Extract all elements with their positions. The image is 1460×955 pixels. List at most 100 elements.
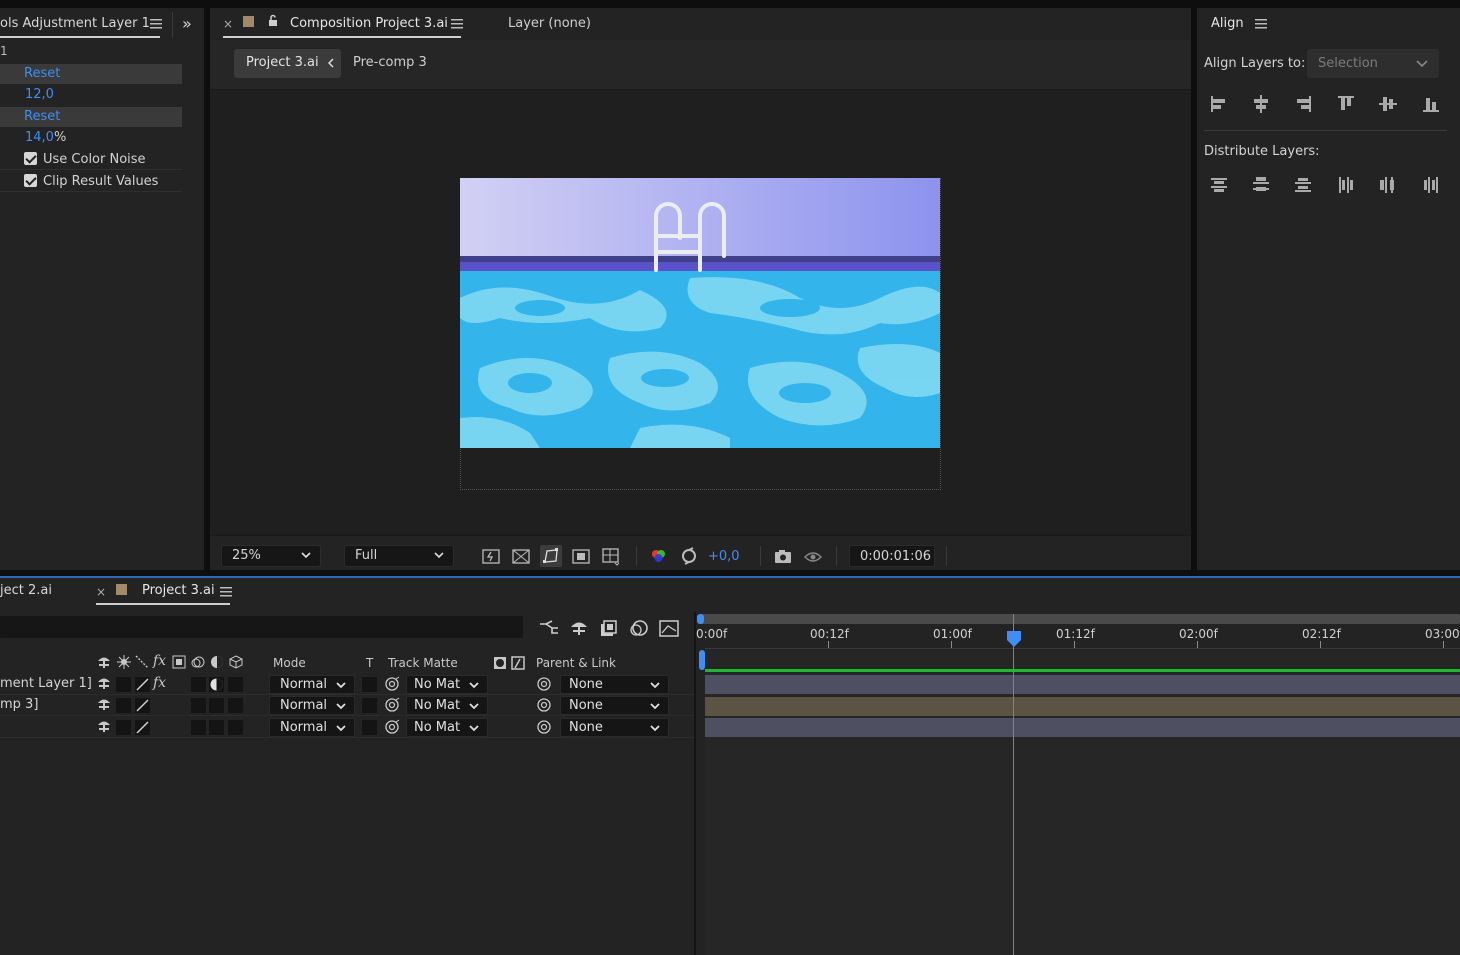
distribute-vertical-center-icon[interactable]: [1251, 175, 1271, 195]
parent-dropdown[interactable]: None: [560, 675, 669, 694]
current-time-indicator[interactable]: [1006, 630, 1022, 648]
checkbox-checked-icon[interactable]: [24, 152, 37, 165]
parent-pickwhip-icon[interactable]: [536, 676, 552, 692]
percent-number[interactable]: 14,0: [25, 130, 54, 145]
align-top-icon[interactable]: [1336, 94, 1356, 114]
checkbox-checked-icon[interactable]: [24, 174, 37, 187]
3d-layer-switch[interactable]: [228, 698, 243, 713]
parent-pickwhip-icon[interactable]: [536, 719, 552, 735]
adjustment-layer-switch-icon[interactable]: [209, 698, 224, 713]
clip-result-values-checkbox[interactable]: Clip Result Values: [0, 172, 182, 192]
effect-controls-tab[interactable]: ols Adjustment Layer 1: [0, 16, 150, 31]
preserve-transparency-switch[interactable]: [362, 677, 377, 692]
collapse-switch[interactable]: [116, 677, 131, 692]
exposure-value[interactable]: +0,0: [708, 549, 740, 564]
motion-blur-icon[interactable]: [628, 618, 650, 638]
work-area-start-handle[interactable]: [697, 614, 704, 624]
comp-viewer[interactable]: [210, 90, 1191, 535]
collapse-switch[interactable]: [116, 720, 131, 735]
use-color-noise-checkbox[interactable]: Use Color Noise: [0, 150, 182, 170]
breadcrumb-active[interactable]: Project 3.ai: [234, 49, 341, 78]
preserve-transparency-switch[interactable]: [362, 720, 377, 735]
show-snapshot-icon[interactable]: [802, 545, 824, 567]
distribute-horizontal-center-icon[interactable]: [1378, 175, 1398, 195]
work-area-bar[interactable]: [700, 614, 1460, 624]
blend-mode-dropdown[interactable]: Normal: [269, 696, 355, 715]
frame-blend-switch[interactable]: [191, 698, 206, 713]
adjustment-layer-switch-icon[interactable]: [209, 677, 224, 692]
reset-exposure-icon[interactable]: [678, 545, 700, 567]
composition-tab[interactable]: Composition Project 3.ai: [290, 16, 448, 31]
align-right-icon[interactable]: [1293, 94, 1313, 114]
panel-menu-icon[interactable]: [451, 19, 463, 29]
shy-toggle-icon[interactable]: [97, 697, 111, 711]
blend-mode-dropdown[interactable]: Normal: [269, 675, 355, 694]
track-matte-dropdown[interactable]: No Mat: [406, 696, 488, 715]
frame-blend-switch[interactable]: [191, 677, 206, 692]
parent-dropdown[interactable]: None: [560, 718, 669, 737]
channels-icon[interactable]: [648, 545, 670, 567]
current-time-display[interactable]: 0:00:01:06: [849, 545, 935, 567]
timeline-splitter[interactable]: [694, 612, 696, 955]
quality-switch-icon[interactable]: [135, 677, 150, 692]
shy-toggle-icon[interactable]: [97, 676, 111, 690]
align-bottom-icon[interactable]: [1421, 94, 1441, 114]
transparency-grid-icon[interactable]: [510, 545, 532, 567]
layer-bar-adjustment[interactable]: [705, 675, 1460, 694]
region-of-interest-icon[interactable]: [570, 545, 592, 567]
amount-value[interactable]: 12,0: [0, 85, 54, 105]
preserve-transparency-switch[interactable]: [362, 698, 377, 713]
fast-preview-icon[interactable]: [480, 545, 502, 567]
comp-flowchart-icon[interactable]: [538, 618, 560, 638]
expand-panels-icon[interactable]: »: [182, 14, 192, 33]
timeline-tab-project-3[interactable]: Project 3.ai: [142, 583, 215, 598]
close-tab-icon[interactable]: ×: [223, 17, 233, 31]
quality-switch-icon[interactable]: [135, 698, 150, 713]
layer-start-handle[interactable]: [699, 650, 705, 670]
track-matte-dropdown[interactable]: No Mat: [406, 718, 488, 737]
parent-dropdown[interactable]: None: [560, 696, 669, 715]
matte-pickwhip-icon[interactable]: [384, 676, 400, 692]
blend-mode-dropdown[interactable]: Normal: [269, 718, 355, 737]
distribute-top-icon[interactable]: [1209, 175, 1229, 195]
fx-switch-icon[interactable]: fx: [153, 675, 166, 691]
mask-visibility-icon[interactable]: [540, 545, 562, 567]
reset-link-2[interactable]: Reset: [0, 107, 182, 127]
matte-pickwhip-icon[interactable]: [384, 697, 400, 713]
3d-layer-switch[interactable]: [228, 720, 243, 735]
distribute-bottom-icon[interactable]: [1293, 175, 1313, 195]
snapshot-camera-icon[interactable]: [772, 545, 794, 567]
breadcrumb-next[interactable]: Pre-comp 3: [353, 55, 427, 70]
frame-blending-icon[interactable]: [598, 618, 620, 638]
close-tab-icon[interactable]: ×: [96, 585, 106, 599]
lock-icon[interactable]: [268, 14, 278, 27]
panel-menu-icon[interactable]: [150, 19, 162, 29]
quality-switch-icon[interactable]: [135, 720, 150, 735]
resolution-dropdown[interactable]: Full: [344, 545, 454, 567]
shy-toggle-icon[interactable]: [97, 719, 111, 733]
layer-search-input[interactable]: [0, 616, 523, 638]
layer-tab[interactable]: Layer (none): [508, 16, 591, 31]
timeline-tab-project-2[interactable]: ject 2.ai: [0, 583, 52, 598]
layer-name[interactable]: ment Layer 1]: [0, 676, 92, 691]
adjustment-layer-switch-icon[interactable]: [209, 720, 224, 735]
shy-layers-icon[interactable]: [568, 618, 590, 638]
track-matte-dropdown[interactable]: No Mat: [406, 675, 488, 694]
parent-pickwhip-icon[interactable]: [536, 697, 552, 713]
guides-grid-icon[interactable]: [600, 545, 622, 567]
zoom-dropdown[interactable]: 25%: [221, 545, 321, 567]
graph-editor-icon[interactable]: [658, 618, 680, 638]
layer-name[interactable]: mp 3]: [0, 697, 38, 712]
align-left-icon[interactable]: [1209, 94, 1229, 114]
percent-value[interactable]: 14,0%: [0, 128, 66, 148]
collapse-switch[interactable]: [116, 698, 131, 713]
layer-bar-3[interactable]: [705, 718, 1460, 737]
panel-menu-icon[interactable]: [1255, 19, 1267, 29]
distribute-right-icon[interactable]: [1421, 175, 1441, 195]
align-horizontal-center-icon[interactable]: [1251, 94, 1271, 114]
distribute-left-icon[interactable]: [1336, 175, 1356, 195]
frame-blend-switch[interactable]: [191, 720, 206, 735]
panel-menu-icon[interactable]: [220, 587, 232, 597]
align-tab[interactable]: Align: [1211, 16, 1244, 31]
reset-link-1[interactable]: Reset: [0, 64, 182, 84]
